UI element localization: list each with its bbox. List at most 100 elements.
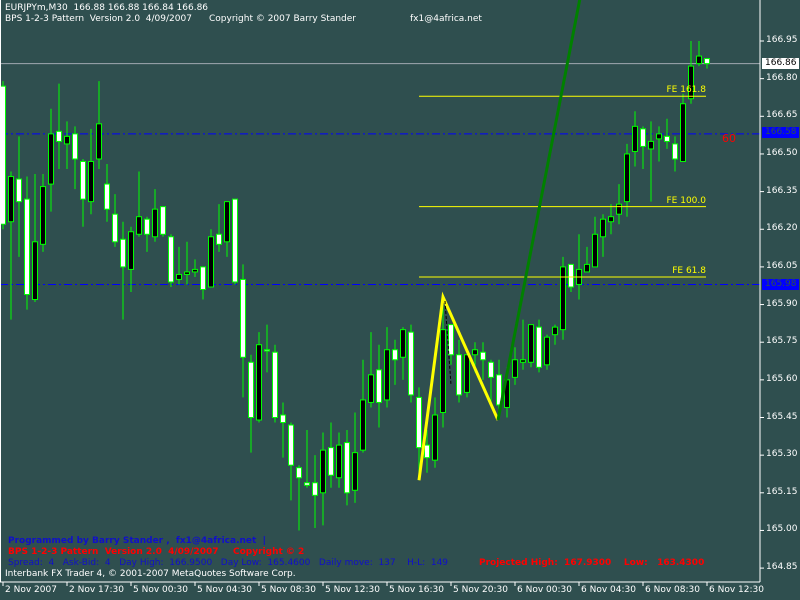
candle xyxy=(368,332,374,408)
candle xyxy=(648,121,654,202)
candle-body xyxy=(440,329,446,413)
candle xyxy=(88,128,94,215)
time-axis-label: 5 Nov 20:30 xyxy=(453,585,508,595)
candle-body xyxy=(632,125,638,152)
candle-body xyxy=(8,176,14,223)
candle xyxy=(280,402,286,458)
price-axis-label: 165.00 xyxy=(766,524,798,535)
candle xyxy=(24,176,30,310)
candle xyxy=(576,234,582,300)
candle-body xyxy=(368,374,374,403)
price-axis-label: 165.30 xyxy=(766,449,798,460)
candle-body xyxy=(128,231,134,270)
candle-body xyxy=(456,354,462,396)
candle xyxy=(560,256,566,340)
candle-body xyxy=(136,216,142,235)
candle-body xyxy=(432,414,438,461)
candle xyxy=(312,455,318,528)
candle-body xyxy=(144,218,150,235)
red-copyright-text: Copyright © 2 xyxy=(233,547,305,557)
price-axis-label: 166.65 xyxy=(766,110,798,121)
fibonacci-expansion-lines xyxy=(419,95,706,278)
candle xyxy=(112,194,118,247)
candle xyxy=(32,174,38,303)
candle xyxy=(104,163,110,222)
candle xyxy=(216,204,222,252)
candle xyxy=(272,344,278,423)
time-axis-label: 5 Nov 04:30 xyxy=(197,585,252,595)
candle xyxy=(512,347,518,385)
candle-body xyxy=(384,349,390,401)
candle xyxy=(264,324,270,373)
candle-body xyxy=(464,354,470,393)
programmed-by-text: Programmed by Barry Stander , fx1@4afric… xyxy=(8,536,266,546)
candle xyxy=(656,126,662,162)
candle xyxy=(336,432,342,488)
candle xyxy=(240,264,246,398)
candle xyxy=(56,83,62,170)
projected-text: Projected High: 167.9300 Low: 163.4300 xyxy=(479,558,705,568)
candle-body xyxy=(328,447,334,476)
candle-body xyxy=(24,198,30,296)
candle-body xyxy=(48,133,54,185)
candle xyxy=(344,430,350,506)
candle xyxy=(552,324,558,345)
candle xyxy=(352,412,358,503)
candle xyxy=(184,241,190,285)
candle-body xyxy=(344,442,350,494)
time-axis-label: 6 Nov 00:30 xyxy=(517,585,572,595)
candle xyxy=(544,334,550,370)
time-axis-label: 6 Nov 08:30 xyxy=(645,585,700,595)
candle-body xyxy=(592,233,598,268)
candle-body xyxy=(424,444,430,459)
candle xyxy=(624,143,630,217)
candle-body xyxy=(288,424,294,466)
candle xyxy=(704,58,710,69)
price-axis-label: 166.50 xyxy=(766,147,798,158)
candle xyxy=(136,171,142,237)
candle-body xyxy=(528,324,534,363)
candle xyxy=(160,206,166,237)
candle-body xyxy=(56,130,62,142)
candle-body xyxy=(656,133,662,140)
candle xyxy=(120,221,126,320)
candle-body xyxy=(352,452,358,491)
candle-body xyxy=(104,183,110,210)
candle xyxy=(200,266,206,300)
candle-body xyxy=(64,135,70,145)
candle-body xyxy=(696,55,702,65)
candle-body xyxy=(184,271,190,275)
candle xyxy=(208,229,214,288)
candle xyxy=(376,344,382,428)
price-axis-label: 166.35 xyxy=(766,185,798,196)
candle-body xyxy=(640,128,646,147)
candle xyxy=(176,246,182,285)
candle-body xyxy=(536,326,542,368)
candle-body xyxy=(248,361,254,418)
candle xyxy=(288,422,294,501)
candle-body xyxy=(160,206,166,235)
candle xyxy=(48,108,54,212)
candle-body xyxy=(560,266,566,331)
time-axis-label: 5 Nov 12:30 xyxy=(325,585,380,595)
candle-body xyxy=(88,160,94,203)
candle xyxy=(328,422,334,488)
candle xyxy=(592,216,598,268)
candle-body xyxy=(624,153,630,203)
time-axis-label: 5 Nov 08:30 xyxy=(261,585,316,595)
candle-body xyxy=(680,103,686,162)
candle-body xyxy=(320,449,326,494)
fib-label: FE 161.8 xyxy=(666,85,707,96)
candle xyxy=(400,327,406,380)
candle xyxy=(568,263,574,292)
candle xyxy=(392,339,398,385)
price-axis-label: 164.85 xyxy=(766,562,798,573)
candle xyxy=(80,158,86,227)
stats-text: Spread: 4 Ask-Bid: 4 Day High: 166.9500 … xyxy=(8,558,449,568)
candle-body xyxy=(672,143,678,160)
time-axis-label: 6 Nov 04:30 xyxy=(581,585,636,595)
indicator-copyright: Copyright © 2007 Barry Stander xyxy=(209,14,356,24)
candle xyxy=(608,204,614,235)
axis-ticks xyxy=(2,40,764,586)
candle-body xyxy=(648,140,654,150)
